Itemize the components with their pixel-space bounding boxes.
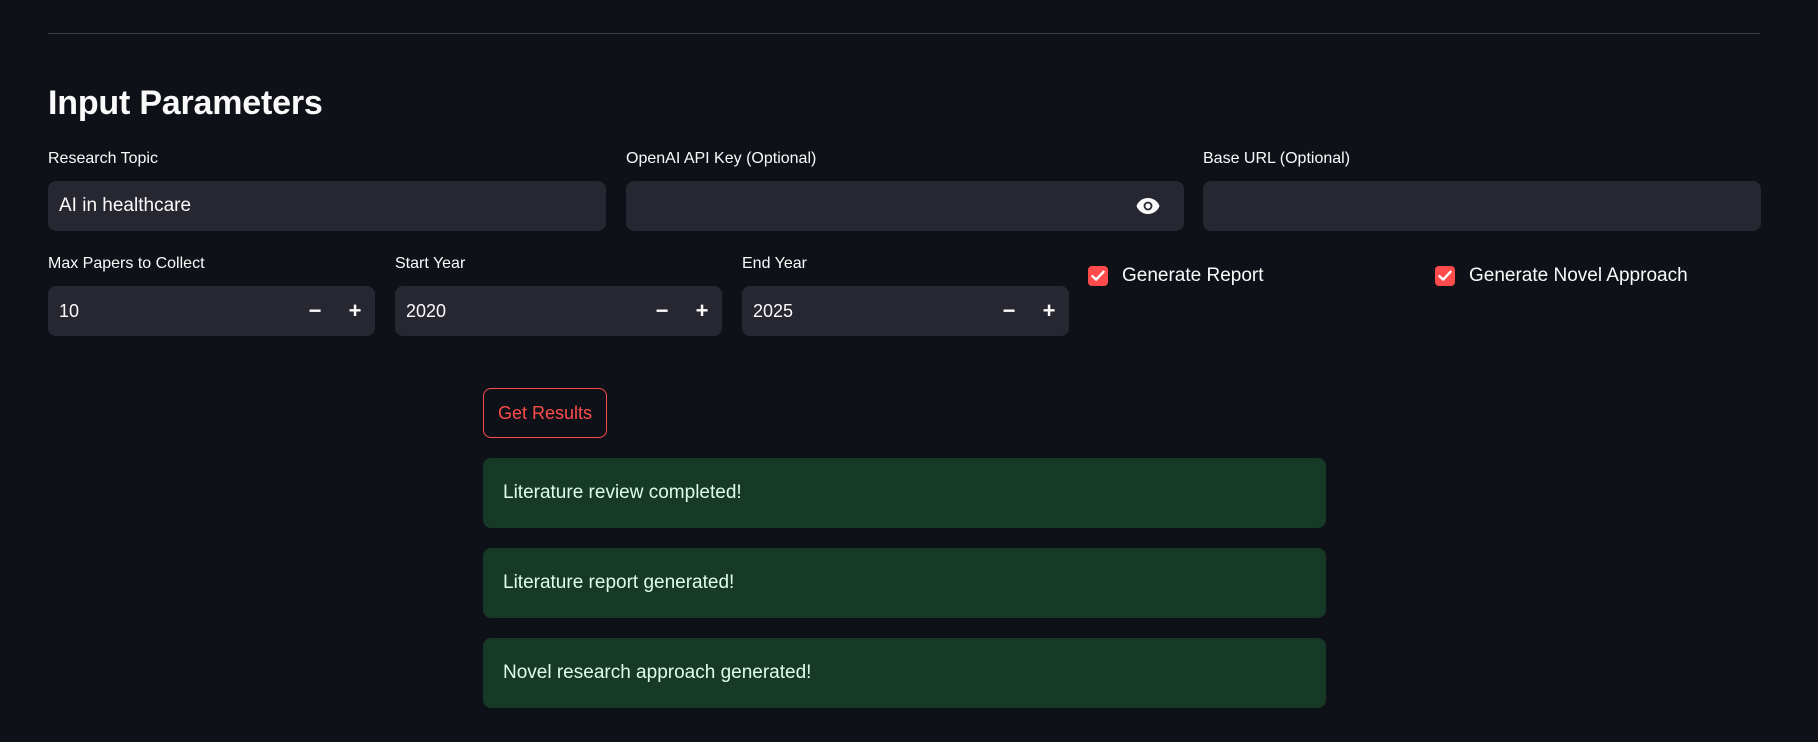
check-icon (1091, 270, 1105, 281)
end-year-decrement-button[interactable]: − (989, 286, 1029, 336)
success-alert-review: Literature review completed! (483, 458, 1326, 528)
max-papers-label: Max Papers to Collect (48, 255, 205, 272)
start-year-field[interactable]: − + (395, 286, 722, 336)
divider (48, 33, 1760, 34)
app-main: Input Parameters Research Topic OpenAI A… (0, 0, 1818, 742)
start-year-label: Start Year (395, 255, 466, 272)
section-title: Input Parameters (48, 84, 323, 122)
alert-message: Literature review completed! (503, 482, 742, 503)
research-topic-field[interactable] (48, 181, 606, 231)
base-url-label: Base URL (Optional) (1203, 150, 1351, 167)
research-topic-input[interactable] (59, 195, 595, 217)
max-papers-input[interactable] (59, 300, 295, 322)
eye-icon[interactable] (1131, 189, 1165, 223)
generate-report-label[interactable]: Generate Report (1122, 265, 1264, 287)
max-papers-increment-button[interactable]: + (335, 286, 375, 336)
generate-novel-approach-checkbox-row[interactable]: Generate Novel Approach (1435, 264, 1688, 288)
generate-report-checkbox-row[interactable]: Generate Report (1088, 264, 1264, 288)
get-results-button[interactable]: Get Results (483, 388, 607, 438)
api-key-label: OpenAI API Key (Optional) (626, 150, 817, 167)
check-icon (1438, 270, 1452, 281)
api-key-field[interactable] (626, 181, 1184, 231)
base-url-input[interactable] (1214, 195, 1750, 217)
alert-message: Novel research approach generated! (503, 662, 812, 683)
start-year-decrement-button[interactable]: − (642, 286, 682, 336)
end-year-label: End Year (742, 255, 807, 272)
end-year-increment-button[interactable]: + (1029, 286, 1069, 336)
generate-novel-approach-label[interactable]: Generate Novel Approach (1469, 265, 1688, 287)
max-papers-field[interactable]: − + (48, 286, 375, 336)
base-url-field[interactable] (1203, 181, 1761, 231)
generate-novel-approach-checkbox[interactable] (1435, 266, 1455, 286)
api-key-input[interactable] (637, 195, 1131, 217)
research-topic-label: Research Topic (48, 150, 158, 167)
max-papers-decrement-button[interactable]: − (295, 286, 335, 336)
success-alert-novel-approach: Novel research approach generated! (483, 638, 1326, 708)
start-year-increment-button[interactable]: + (682, 286, 722, 336)
success-alert-report: Literature report generated! (483, 548, 1326, 618)
generate-report-checkbox[interactable] (1088, 266, 1108, 286)
end-year-input[interactable] (753, 300, 989, 322)
alert-message: Literature report generated! (503, 572, 735, 593)
end-year-field[interactable]: − + (742, 286, 1069, 336)
start-year-input[interactable] (406, 300, 642, 322)
